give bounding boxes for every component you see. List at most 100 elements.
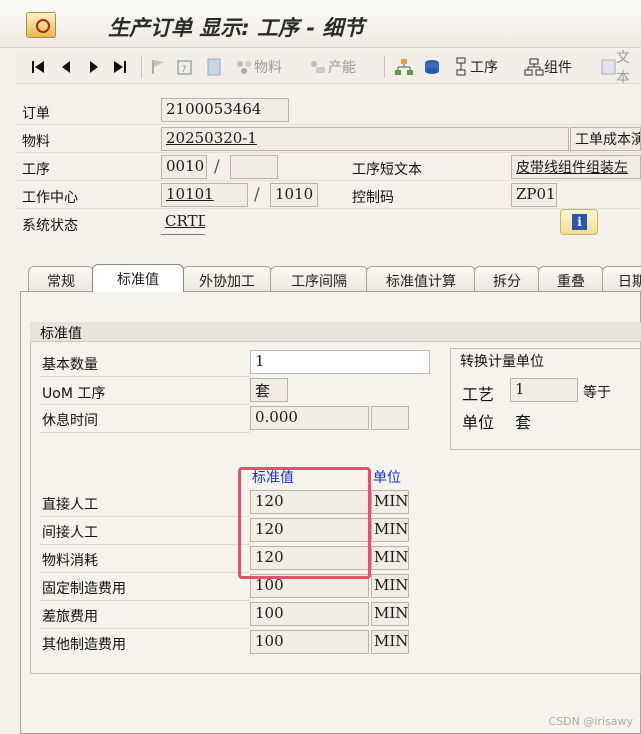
capacity-button[interactable]: 产能 bbox=[308, 55, 356, 79]
calendar-icon[interactable]: 7 bbox=[176, 55, 194, 79]
row-divider bbox=[16, 180, 641, 181]
row-divider bbox=[40, 516, 250, 517]
activity-unit-field[interactable]: MIN bbox=[371, 602, 409, 626]
info-button[interactable]: i bbox=[560, 209, 598, 235]
operation-label: 工序 bbox=[22, 162, 50, 178]
activity-unit-field[interactable]: MIN bbox=[371, 574, 409, 598]
row-divider bbox=[40, 572, 250, 573]
document-button[interactable]: 文本 bbox=[600, 50, 641, 86]
row-divider bbox=[16, 208, 641, 209]
last-page-icon[interactable] bbox=[112, 55, 128, 79]
row-divider bbox=[40, 376, 250, 377]
row-divider bbox=[40, 432, 250, 433]
activity-label: 物料消耗 bbox=[42, 553, 98, 569]
previous-page-icon[interactable] bbox=[58, 55, 74, 79]
unit-value: 套 bbox=[515, 413, 532, 432]
sub-operation-field[interactable] bbox=[230, 155, 278, 179]
tab-general[interactable]: 常规 bbox=[28, 266, 94, 292]
operation-button-label: 工序 bbox=[470, 60, 498, 76]
break-time-field[interactable]: 0.000 bbox=[250, 406, 369, 430]
row-divider bbox=[40, 404, 250, 405]
control-key-label: 控制码 bbox=[352, 190, 394, 206]
slash-separator: / bbox=[254, 185, 260, 205]
short-text-field[interactable]: 皮带线组件组装左 bbox=[511, 155, 641, 179]
info-icon: i bbox=[572, 214, 587, 230]
activity-unit-field[interactable]: MIN bbox=[371, 630, 409, 654]
activity-label: 固定制造费用 bbox=[42, 581, 126, 597]
slash-separator: / bbox=[214, 157, 220, 177]
row-divider bbox=[16, 152, 641, 153]
tab-standard-value-calc[interactable]: 标准值计算 bbox=[366, 266, 476, 292]
activity-unit-field[interactable]: MIN bbox=[371, 518, 409, 542]
equals-label: 等于 bbox=[583, 385, 611, 401]
short-text-label: 工序短文本 bbox=[352, 162, 422, 178]
activity-label: 其他制造费用 bbox=[42, 637, 126, 653]
tab-external-processing[interactable]: 外协加工 bbox=[182, 266, 272, 292]
unit-label: 单位 bbox=[462, 413, 495, 432]
operation-field[interactable]: 0010 bbox=[161, 155, 207, 179]
row-divider bbox=[40, 628, 250, 629]
svg-text:7: 7 bbox=[181, 65, 187, 75]
highlight-annotation-box bbox=[238, 467, 371, 579]
component-button-label: 组件 bbox=[544, 60, 572, 76]
uom-field[interactable]: 套 bbox=[250, 378, 288, 402]
next-page-icon[interactable] bbox=[86, 55, 102, 79]
process-label: 工艺 bbox=[462, 385, 495, 404]
activity-label: 间接人工 bbox=[42, 525, 98, 541]
order-label: 订单 bbox=[22, 106, 50, 122]
activity-value-field[interactable]: 100 bbox=[250, 630, 369, 654]
material-description-field[interactable]: 工单成本演 bbox=[570, 127, 641, 151]
system-status-field[interactable]: CRTD bbox=[161, 211, 205, 235]
control-key-field[interactable]: ZP01 bbox=[511, 183, 557, 207]
toolbar-separator bbox=[141, 56, 142, 78]
tab-splitting[interactable]: 拆分 bbox=[474, 266, 540, 292]
uom-label: UoM 工序 bbox=[42, 386, 106, 402]
work-center-label: 工作中心 bbox=[22, 190, 78, 206]
operation-button[interactable]: 工序 bbox=[452, 55, 498, 79]
unit-column-header: 单位 bbox=[373, 470, 401, 486]
watermark: CSDN @irisawy bbox=[548, 715, 633, 728]
activity-unit-field[interactable]: MIN bbox=[371, 546, 409, 570]
page-title: 生产订单 显示: 工序 - 细节 bbox=[108, 16, 365, 40]
tab-standard-values[interactable]: 标准值 bbox=[92, 264, 184, 292]
database-icon[interactable] bbox=[422, 55, 442, 79]
process-qty-field[interactable]: 1 bbox=[510, 378, 578, 402]
activity-value-field[interactable]: 100 bbox=[250, 602, 369, 626]
component-button[interactable]: 组件 bbox=[524, 55, 572, 79]
row-divider bbox=[40, 600, 250, 601]
material-button[interactable]: 物料 bbox=[234, 55, 282, 79]
break-time-unit-field[interactable] bbox=[371, 406, 409, 430]
capacity-button-label: 产能 bbox=[328, 60, 356, 76]
standard-values-group-header: 标准值 bbox=[30, 322, 641, 342]
tab-strip: 常规 标准值 外协加工 工序间隔 标准值计算 拆分 重叠 日期 bbox=[20, 264, 641, 292]
base-qty-field[interactable]: 1 bbox=[250, 350, 430, 374]
tab-dates[interactable]: 日期 bbox=[602, 266, 641, 292]
activity-label: 直接人工 bbox=[42, 497, 98, 513]
first-page-icon[interactable] bbox=[30, 55, 46, 79]
app-menu-icon[interactable] bbox=[26, 12, 56, 38]
break-time-label: 休息时间 bbox=[42, 413, 98, 429]
plant-field[interactable]: 1010 bbox=[270, 183, 318, 207]
work-center-field[interactable]: 10101 bbox=[161, 183, 248, 207]
row-divider bbox=[16, 124, 641, 125]
tab-overlapping[interactable]: 重叠 bbox=[538, 266, 604, 292]
material-field[interactable]: 20250320-1 bbox=[161, 127, 569, 151]
base-qty-label: 基本数量 bbox=[42, 357, 98, 373]
toolbar-separator bbox=[384, 56, 385, 78]
group-title: 标准值 bbox=[40, 326, 82, 342]
title-bar: 生产订单 显示: 工序 - 细节 bbox=[0, 0, 641, 48]
toolbar: 7 物料 产能 工序 组件 文本 bbox=[16, 50, 641, 86]
tab-interoperation-times[interactable]: 工序间隔 bbox=[270, 266, 368, 292]
hierarchy-icon[interactable] bbox=[394, 55, 414, 79]
material-button-label: 物料 bbox=[254, 60, 282, 76]
activity-label: 差旅费用 bbox=[42, 609, 98, 625]
conversion-title: 转换计量单位 bbox=[460, 354, 544, 370]
document-button-label: 文本 bbox=[616, 50, 631, 86]
calculator-icon[interactable] bbox=[206, 55, 222, 79]
row-divider bbox=[40, 544, 250, 545]
system-status-label: 系统状态 bbox=[22, 218, 78, 234]
material-label: 物料 bbox=[22, 134, 50, 150]
activity-unit-field[interactable]: MIN bbox=[371, 490, 409, 514]
order-field[interactable]: 2100053464 bbox=[161, 98, 289, 122]
flag-icon[interactable] bbox=[149, 55, 167, 79]
